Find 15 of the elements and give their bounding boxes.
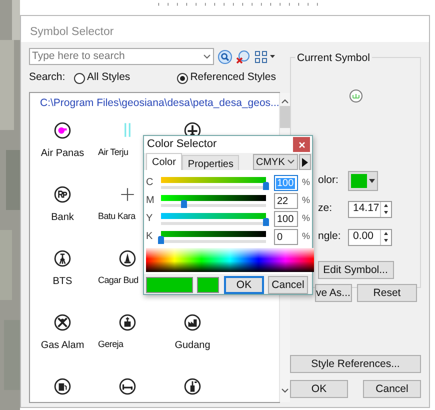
channel-label: C xyxy=(146,176,154,190)
window-title: Color Selector xyxy=(147,137,217,152)
percent-sign: % xyxy=(302,230,310,243)
percent-sign: % xyxy=(302,176,310,189)
color-label: olor: xyxy=(318,174,338,186)
size-label: ze: xyxy=(318,202,332,214)
channel-label: K xyxy=(146,230,154,244)
search-label: Search: xyxy=(29,70,66,86)
percent-sign: % xyxy=(302,212,310,225)
percent-sign: % xyxy=(302,194,310,207)
angle-label: ngle: xyxy=(318,230,341,242)
channel-label: M xyxy=(146,194,156,208)
style-path: C:\Program Files\geosiana\desa\peta_desa_geos... xyxy=(40,96,280,111)
channel-label: Y xyxy=(146,212,154,226)
window-title: Symbol Selector xyxy=(30,26,114,38)
